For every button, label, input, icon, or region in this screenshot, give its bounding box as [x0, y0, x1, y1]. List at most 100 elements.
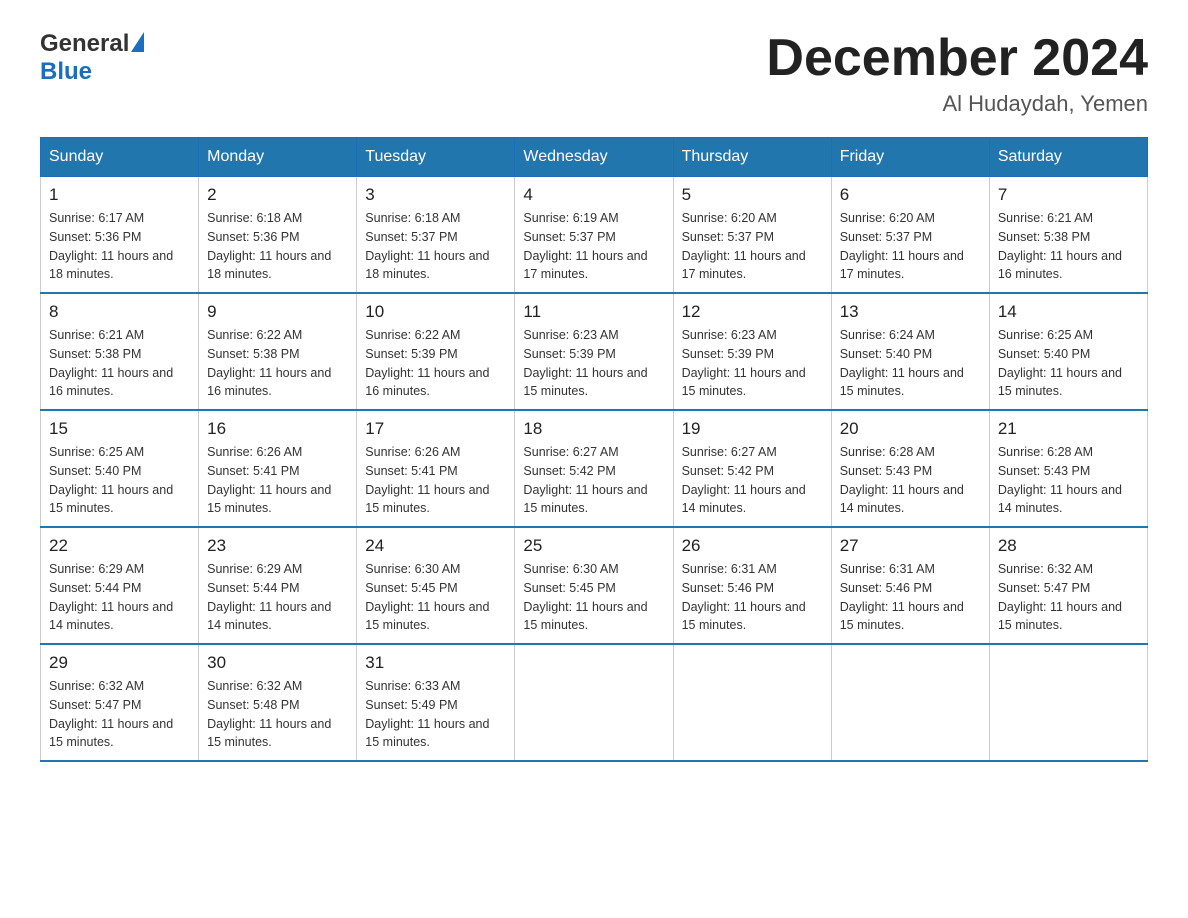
calendar-header-row: SundayMondayTuesdayWednesdayThursdayFrid… — [41, 138, 1148, 177]
calendar-cell: 18 Sunrise: 6:27 AM Sunset: 5:42 PM Dayl… — [515, 410, 673, 527]
day-info: Sunrise: 6:32 AM Sunset: 5:47 PM Dayligh… — [49, 677, 190, 752]
day-info: Sunrise: 6:18 AM Sunset: 5:36 PM Dayligh… — [207, 209, 348, 284]
calendar-cell: 1 Sunrise: 6:17 AM Sunset: 5:36 PM Dayli… — [41, 177, 199, 294]
day-info: Sunrise: 6:20 AM Sunset: 5:37 PM Dayligh… — [682, 209, 823, 284]
day-info: Sunrise: 6:21 AM Sunset: 5:38 PM Dayligh… — [49, 326, 190, 401]
calendar-cell: 6 Sunrise: 6:20 AM Sunset: 5:37 PM Dayli… — [831, 177, 989, 294]
day-info: Sunrise: 6:31 AM Sunset: 5:46 PM Dayligh… — [682, 560, 823, 635]
calendar-cell: 24 Sunrise: 6:30 AM Sunset: 5:45 PM Dayl… — [357, 527, 515, 644]
calendar-cell: 29 Sunrise: 6:32 AM Sunset: 5:47 PM Dayl… — [41, 644, 199, 761]
day-number: 17 — [365, 419, 506, 439]
day-number: 29 — [49, 653, 190, 673]
day-info: Sunrise: 6:28 AM Sunset: 5:43 PM Dayligh… — [840, 443, 981, 518]
logo: General Blue — [40, 30, 144, 85]
day-info: Sunrise: 6:19 AM Sunset: 5:37 PM Dayligh… — [523, 209, 664, 284]
day-info: Sunrise: 6:30 AM Sunset: 5:45 PM Dayligh… — [365, 560, 506, 635]
header-monday: Monday — [199, 138, 357, 177]
day-info: Sunrise: 6:29 AM Sunset: 5:44 PM Dayligh… — [49, 560, 190, 635]
day-number: 16 — [207, 419, 348, 439]
calendar-table: SundayMondayTuesdayWednesdayThursdayFrid… — [40, 137, 1148, 762]
calendar-cell — [831, 644, 989, 761]
week-row-1: 1 Sunrise: 6:17 AM Sunset: 5:36 PM Dayli… — [41, 177, 1148, 294]
calendar-cell: 8 Sunrise: 6:21 AM Sunset: 5:38 PM Dayli… — [41, 293, 199, 410]
day-number: 9 — [207, 302, 348, 322]
day-number: 31 — [365, 653, 506, 673]
calendar-cell: 10 Sunrise: 6:22 AM Sunset: 5:39 PM Dayl… — [357, 293, 515, 410]
calendar-cell: 28 Sunrise: 6:32 AM Sunset: 5:47 PM Dayl… — [989, 527, 1147, 644]
calendar-cell: 11 Sunrise: 6:23 AM Sunset: 5:39 PM Dayl… — [515, 293, 673, 410]
calendar-cell: 17 Sunrise: 6:26 AM Sunset: 5:41 PM Dayl… — [357, 410, 515, 527]
day-number: 2 — [207, 185, 348, 205]
day-info: Sunrise: 6:24 AM Sunset: 5:40 PM Dayligh… — [840, 326, 981, 401]
page-header: General Blue December 2024 Al Hudaydah, … — [40, 30, 1148, 117]
calendar-cell: 12 Sunrise: 6:23 AM Sunset: 5:39 PM Dayl… — [673, 293, 831, 410]
day-info: Sunrise: 6:32 AM Sunset: 5:47 PM Dayligh… — [998, 560, 1139, 635]
day-number: 15 — [49, 419, 190, 439]
header-thursday: Thursday — [673, 138, 831, 177]
day-info: Sunrise: 6:29 AM Sunset: 5:44 PM Dayligh… — [207, 560, 348, 635]
title-area: December 2024 Al Hudaydah, Yemen — [766, 30, 1148, 117]
day-number: 8 — [49, 302, 190, 322]
calendar-cell: 15 Sunrise: 6:25 AM Sunset: 5:40 PM Dayl… — [41, 410, 199, 527]
day-info: Sunrise: 6:18 AM Sunset: 5:37 PM Dayligh… — [365, 209, 506, 284]
day-number: 22 — [49, 536, 190, 556]
calendar-body: 1 Sunrise: 6:17 AM Sunset: 5:36 PM Dayli… — [41, 177, 1148, 762]
day-info: Sunrise: 6:33 AM Sunset: 5:49 PM Dayligh… — [365, 677, 506, 752]
calendar-cell: 9 Sunrise: 6:22 AM Sunset: 5:38 PM Dayli… — [199, 293, 357, 410]
day-info: Sunrise: 6:23 AM Sunset: 5:39 PM Dayligh… — [523, 326, 664, 401]
day-info: Sunrise: 6:23 AM Sunset: 5:39 PM Dayligh… — [682, 326, 823, 401]
day-number: 26 — [682, 536, 823, 556]
day-info: Sunrise: 6:31 AM Sunset: 5:46 PM Dayligh… — [840, 560, 981, 635]
day-number: 12 — [682, 302, 823, 322]
day-number: 18 — [523, 419, 664, 439]
calendar-cell: 3 Sunrise: 6:18 AM Sunset: 5:37 PM Dayli… — [357, 177, 515, 294]
calendar-cell: 14 Sunrise: 6:25 AM Sunset: 5:40 PM Dayl… — [989, 293, 1147, 410]
month-title: December 2024 — [766, 30, 1148, 87]
day-info: Sunrise: 6:27 AM Sunset: 5:42 PM Dayligh… — [523, 443, 664, 518]
day-info: Sunrise: 6:25 AM Sunset: 5:40 PM Dayligh… — [49, 443, 190, 518]
calendar-cell: 20 Sunrise: 6:28 AM Sunset: 5:43 PM Dayl… — [831, 410, 989, 527]
day-number: 19 — [682, 419, 823, 439]
day-info: Sunrise: 6:28 AM Sunset: 5:43 PM Dayligh… — [998, 443, 1139, 518]
calendar-cell: 7 Sunrise: 6:21 AM Sunset: 5:38 PM Dayli… — [989, 177, 1147, 294]
day-number: 25 — [523, 536, 664, 556]
calendar-cell: 2 Sunrise: 6:18 AM Sunset: 5:36 PM Dayli… — [199, 177, 357, 294]
calendar-cell: 27 Sunrise: 6:31 AM Sunset: 5:46 PM Dayl… — [831, 527, 989, 644]
location-title: Al Hudaydah, Yemen — [766, 91, 1148, 117]
week-row-3: 15 Sunrise: 6:25 AM Sunset: 5:40 PM Dayl… — [41, 410, 1148, 527]
day-info: Sunrise: 6:22 AM Sunset: 5:39 PM Dayligh… — [365, 326, 506, 401]
calendar-cell — [673, 644, 831, 761]
day-number: 3 — [365, 185, 506, 205]
day-info: Sunrise: 6:30 AM Sunset: 5:45 PM Dayligh… — [523, 560, 664, 635]
calendar-cell: 16 Sunrise: 6:26 AM Sunset: 5:41 PM Dayl… — [199, 410, 357, 527]
week-row-2: 8 Sunrise: 6:21 AM Sunset: 5:38 PM Dayli… — [41, 293, 1148, 410]
header-saturday: Saturday — [989, 138, 1147, 177]
day-number: 6 — [840, 185, 981, 205]
day-info: Sunrise: 6:17 AM Sunset: 5:36 PM Dayligh… — [49, 209, 190, 284]
calendar-cell: 31 Sunrise: 6:33 AM Sunset: 5:49 PM Dayl… — [357, 644, 515, 761]
day-info: Sunrise: 6:32 AM Sunset: 5:48 PM Dayligh… — [207, 677, 348, 752]
day-number: 14 — [998, 302, 1139, 322]
day-number: 4 — [523, 185, 664, 205]
day-number: 21 — [998, 419, 1139, 439]
day-number: 24 — [365, 536, 506, 556]
calendar-cell — [989, 644, 1147, 761]
day-number: 10 — [365, 302, 506, 322]
day-info: Sunrise: 6:26 AM Sunset: 5:41 PM Dayligh… — [365, 443, 506, 518]
week-row-4: 22 Sunrise: 6:29 AM Sunset: 5:44 PM Dayl… — [41, 527, 1148, 644]
calendar-cell: 25 Sunrise: 6:30 AM Sunset: 5:45 PM Dayl… — [515, 527, 673, 644]
header-tuesday: Tuesday — [357, 138, 515, 177]
header-friday: Friday — [831, 138, 989, 177]
day-number: 11 — [523, 302, 664, 322]
calendar-cell: 23 Sunrise: 6:29 AM Sunset: 5:44 PM Dayl… — [199, 527, 357, 644]
day-number: 27 — [840, 536, 981, 556]
calendar-cell: 5 Sunrise: 6:20 AM Sunset: 5:37 PM Dayli… — [673, 177, 831, 294]
day-number: 23 — [207, 536, 348, 556]
day-number: 7 — [998, 185, 1139, 205]
calendar-cell: 21 Sunrise: 6:28 AM Sunset: 5:43 PM Dayl… — [989, 410, 1147, 527]
day-number: 28 — [998, 536, 1139, 556]
day-info: Sunrise: 6:25 AM Sunset: 5:40 PM Dayligh… — [998, 326, 1139, 401]
calendar-cell: 22 Sunrise: 6:29 AM Sunset: 5:44 PM Dayl… — [41, 527, 199, 644]
day-number: 20 — [840, 419, 981, 439]
day-number: 5 — [682, 185, 823, 205]
